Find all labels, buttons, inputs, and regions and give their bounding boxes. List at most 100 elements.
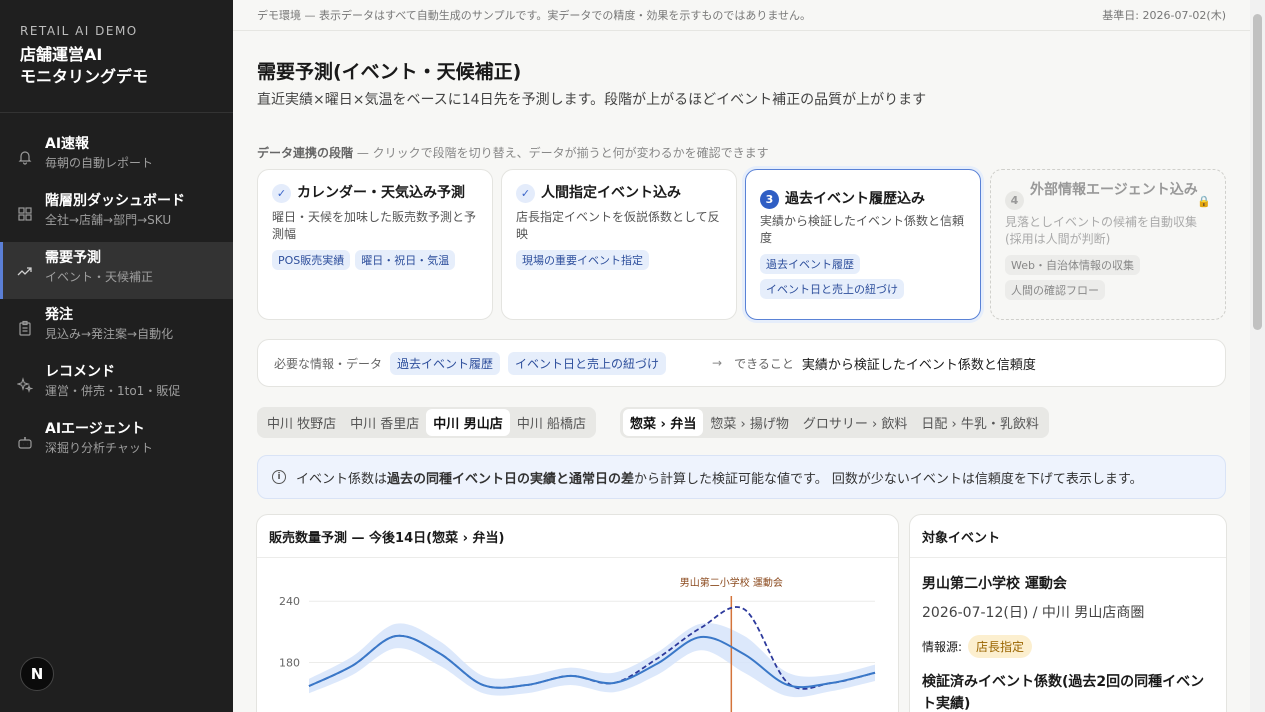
sidebar-item-desc: 見込み→発注案→自動化 [45, 327, 174, 341]
stage-tag: Web・自治体情報の収集 [1005, 255, 1140, 275]
requirement-tag: 過去イベント履歴 [390, 351, 501, 375]
brand: RETAIL AI DEMO 店舗運営AI モニタリングデモ [0, 0, 233, 113]
demo-notice: デモ環境 — 表示データはすべて自動生成のサンプルです。実データでの精度・効果を… [257, 9, 812, 22]
category-option[interactable]: 日配 › 牛乳・乳飲料 [914, 409, 1045, 436]
category-option-selected[interactable]: 惣菜 › 弁当 [623, 409, 704, 436]
reference-date: 基準日: 2026-07-02(木) [1102, 9, 1226, 22]
event-source-badge: 店長指定 [968, 635, 1033, 658]
stage-title: 過去イベント履歴込み [785, 191, 925, 207]
stage-title: カレンダー・天気込み予測 [297, 185, 465, 201]
sidebar-item-ordering[interactable]: 発注 見込み→発注案→自動化 [0, 299, 233, 356]
forecast-chart: 240180120男山第二小学校 運動会 [279, 576, 876, 712]
sidebar-item-ai-report[interactable]: AI速報 毎朝の自動レポート [0, 128, 233, 185]
sidebar-nav: AI速報 毎朝の自動レポート 階層別ダッシュボード 全社→店舗→部門→SKU 需… [0, 113, 233, 470]
stage-tag: POS販売実績 [272, 250, 351, 270]
event-name: 男山第二小学校 運動会 [922, 576, 1067, 592]
event-card: 対象イベント 男山第二小学校 運動会 2026-07-12(日) / 中川 男山… [909, 514, 1227, 712]
stage-desc: 店長指定イベントを仮説係数として反映 [516, 210, 720, 241]
clipboard-icon [19, 320, 31, 336]
avatar[interactable]: N [20, 657, 54, 691]
event-source: 情報源: 店長指定 [922, 635, 1214, 658]
stage-tag: 曜日・祝日・気温 [355, 250, 456, 270]
bell-icon [18, 151, 32, 165]
stage-desc: 曜日・天候を加味した販売数予測と予測幅 [272, 210, 477, 241]
sidebar-item-desc: 運営・併売・1to1・販促 [45, 384, 181, 398]
store-option[interactable]: 中川 牧野店 [260, 409, 343, 436]
grid-icon [18, 207, 32, 221]
sidebar-item-label: レコメンド [45, 364, 115, 380]
sidebar: RETAIL AI DEMO 店舗運営AI モニタリングデモ AI速報 毎朝の自… [0, 0, 233, 712]
sidebar-item-desc: 全社→店舗→部門→SKU [45, 213, 172, 227]
info-pre: イベント係数は [296, 471, 388, 487]
result-value: 実績から検証したイベント係数と信頼度 [801, 357, 1036, 373]
main-content: デモ環境 — 表示データはすべて自動生成のサンプルです。実データでの精度・効果を… [233, 0, 1250, 712]
y-tick-label: 180 [279, 657, 300, 670]
brand-subtitle: RETAIL AI DEMO [20, 24, 138, 38]
info-banner: i イベント係数は過去の同種イベント日の実績と通常日の差から計算した検証可能な値… [257, 455, 1226, 499]
forecast-chart-card: 販売数量予測 — 今後14日(惣菜 › 弁当) 240180120男山第二小学校… [256, 514, 899, 712]
brand-title-line-1: 店舗運営AI [20, 45, 103, 64]
requirement-tag: イベント日と売上の紐づけ [508, 351, 667, 375]
sidebar-item-label: 需要予測 [45, 250, 101, 266]
stage-card-3[interactable]: 3 過去イベント履歴込み 実績から検証したイベント係数と信頼度 過去イベント履歴… [745, 169, 981, 320]
category-selector: 惣菜 › 弁当 惣菜 › 揚げ物 グロサリー › 飲料 日配 › 牛乳・乳飲料 [620, 407, 1049, 438]
result-label: できること [734, 356, 794, 371]
category-option[interactable]: グロサリー › 飲料 [796, 409, 914, 436]
store-option[interactable]: 中川 香里店 [343, 409, 426, 436]
chart-card-title: 販売数量予測 — 今後14日(惣菜 › 弁当) [257, 515, 898, 558]
info-bold: 過去の同種イベント日の実績と通常日の差 [387, 471, 635, 487]
category-option[interactable]: 惣菜 › 揚げ物 [703, 409, 795, 436]
brand-title-line-2: モニタリングデモ [20, 67, 149, 86]
sidebar-item-label: AI速報 [45, 136, 90, 152]
sidebar-item-demand-forecast[interactable]: 需要予測 イベント・天候補正 [0, 242, 233, 299]
top-bar: デモ環境 — 表示データはすべて自動生成のサンプルです。実データでの精度・効果を… [233, 0, 1250, 31]
stage-title: 外部情報エージェント込み [1030, 182, 1198, 198]
store-option[interactable]: 中川 船橋店 [510, 409, 593, 436]
stage-tag: イベント日と売上の紐づけ [760, 279, 904, 299]
scrollbar-thumb[interactable] [1253, 14, 1262, 330]
event-date: 2026-07-12(日) / 中川 男山店商圏 [922, 605, 1145, 621]
stage-card-2[interactable]: ✓ 人間指定イベント込み 店長指定イベントを仮説係数として反映 現場の重要イベン… [501, 169, 737, 320]
info-text: イベント係数は過去の同種イベント日の実績と通常日の差から計算した検証可能な値です… [296, 468, 1143, 487]
sidebar-item-ai-agent[interactable]: AIエージェント 深掘り分析チャット [0, 413, 233, 470]
event-source-label: 情報源: [922, 640, 963, 654]
sidebar-item-label: 発注 [45, 307, 73, 323]
store-option-selected[interactable]: 中川 男山店 [426, 409, 510, 436]
trend-icon [17, 267, 32, 276]
stage-number: 4 [1005, 191, 1024, 210]
sidebar-item-desc: 深掘り分析チャット [45, 441, 153, 455]
page-title: 需要予測(イベント・天候補正) [257, 61, 522, 83]
sidebar-item-desc: 毎朝の自動レポート [45, 156, 154, 170]
stage-heading-hint: — クリックで段階を切り替え、データが揃うと何が変わるかを確認できます [356, 146, 769, 160]
event-marker-label: 男山第二小学校 運動会 [680, 576, 783, 589]
info-icon: i [272, 470, 286, 484]
stage-tag: 現場の重要イベント指定 [516, 250, 649, 270]
page-subtitle: 直近実績×曜日×気温をベースに14日先を予測します。段階が上がるほどイベント補正… [257, 92, 927, 108]
event-coefficient-title: 検証済みイベント係数(過去2回の同種イベント実績) [922, 674, 1205, 712]
lock-icon: 🔒 [1197, 195, 1211, 208]
stage-tag: 過去イベント履歴 [760, 254, 860, 274]
y-tick-label: 240 [279, 595, 300, 608]
sidebar-item-desc: イベント・天候補正 [45, 270, 154, 284]
sidebar-item-dashboard[interactable]: 階層別ダッシュボード 全社→店舗→部門→SKU [0, 185, 233, 242]
sidebar-item-recommend[interactable]: レコメンド 運営・併売・1to1・販促 [0, 356, 233, 413]
scrollbar[interactable] [1250, 0, 1265, 712]
requirements-label: 必要な情報・データ [274, 356, 383, 371]
event-card-title: 対象イベント [910, 515, 1226, 558]
stage-card-4[interactable]: 4 外部情報エージェント込み 🔒 見落としイベントの候補を自動収集(採用は人間が… [990, 169, 1226, 320]
stage-desc: 実績から検証したイベント係数と信頼度 [760, 214, 965, 245]
stage-title: 人間指定イベント込み [541, 185, 681, 201]
store-selector: 中川 牧野店 中川 香里店 中川 男山店 中川 船橋店 [257, 407, 596, 438]
stage-tag: 人間の確認フロー [1005, 280, 1105, 300]
requirements-bar: 必要な情報・データ 過去イベント履歴 イベント日と売上の紐づけ → できること … [257, 339, 1226, 387]
brand-title: 店舗運営AI モニタリングデモ [20, 44, 213, 88]
bot-icon [18, 437, 32, 449]
stage-heading: データ連携の段階 — クリックで段階を切り替え、データが揃うと何が変わるかを確認… [257, 144, 769, 161]
stage-desc: 見落としイベントの候補を自動収集(採用は人間が判断) [1005, 215, 1198, 246]
arrow-icon: → [712, 356, 723, 370]
sidebar-item-label: 階層別ダッシュボード [45, 193, 185, 209]
stage-card-1[interactable]: ✓ カレンダー・天気込み予測 曜日・天候を加味した販売数予測と予測幅 POS販売… [257, 169, 493, 320]
stage-heading-label: データ連携の段階 [257, 146, 354, 160]
sparkle-icon [17, 377, 33, 393]
info-post: から計算した検証可能な値です。 回数が少ないイベントは信頼度を下げて表示します。 [634, 471, 1143, 487]
